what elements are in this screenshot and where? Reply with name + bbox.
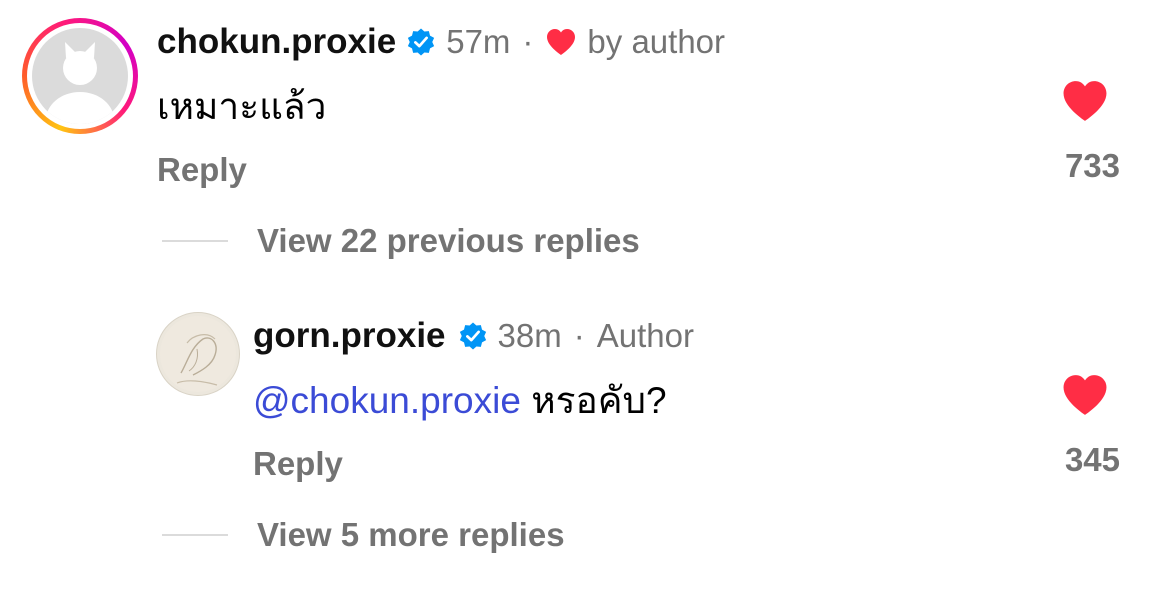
liked-by-author-label: by author — [587, 23, 726, 60]
like-button[interactable] — [1060, 78, 1110, 124]
user-mention-link[interactable]: @chokun.proxie — [253, 380, 521, 421]
like-count: 733 — [1064, 147, 1120, 184]
reply-button[interactable]: Reply — [253, 444, 343, 484]
comment-text: @chokun.proxie หรอคับ? — [253, 376, 667, 426]
heart-badge-icon — [547, 29, 576, 55]
like-count: 345 — [1064, 441, 1120, 478]
comment-username[interactable]: gorn.proxie — [253, 316, 446, 356]
comment-time: 38m — [497, 317, 562, 354]
verified-badge-icon — [459, 322, 486, 350]
avatar-story-ring[interactable] — [22, 18, 138, 134]
heart-icon — [1063, 81, 1107, 121]
thread-divider — [162, 534, 228, 536]
default-avatar-icon — [46, 42, 114, 124]
avatar — [32, 28, 128, 124]
sketch-avatar-icon — [160, 316, 236, 392]
meta-separator: · — [522, 23, 534, 60]
view-more-replies-button[interactable]: View 5 more replies — [257, 515, 565, 555]
view-previous-replies-button[interactable]: View 22 previous replies — [257, 221, 640, 261]
comment-1: chokun.proxie 57m · by author เหมาะแล้ว … — [0, 0, 1170, 200]
comment-time: 57m — [446, 23, 511, 60]
thread-divider — [162, 240, 228, 242]
author-label: Author — [596, 317, 694, 354]
verified-badge-icon — [408, 28, 435, 56]
comment-2: gorn.proxie 38m · Author @chokun.proxie … — [0, 300, 1170, 500]
comment-username[interactable]: chokun.proxie — [157, 22, 396, 62]
heart-icon — [1063, 375, 1107, 415]
reply-button[interactable]: Reply — [157, 150, 247, 190]
comment-text: เหมาะแล้ว — [157, 86, 327, 127]
meta-separator: · — [573, 317, 585, 354]
comment-text-content: หรอคับ? — [520, 380, 667, 421]
like-button[interactable] — [1060, 372, 1110, 418]
avatar[interactable] — [156, 312, 240, 396]
